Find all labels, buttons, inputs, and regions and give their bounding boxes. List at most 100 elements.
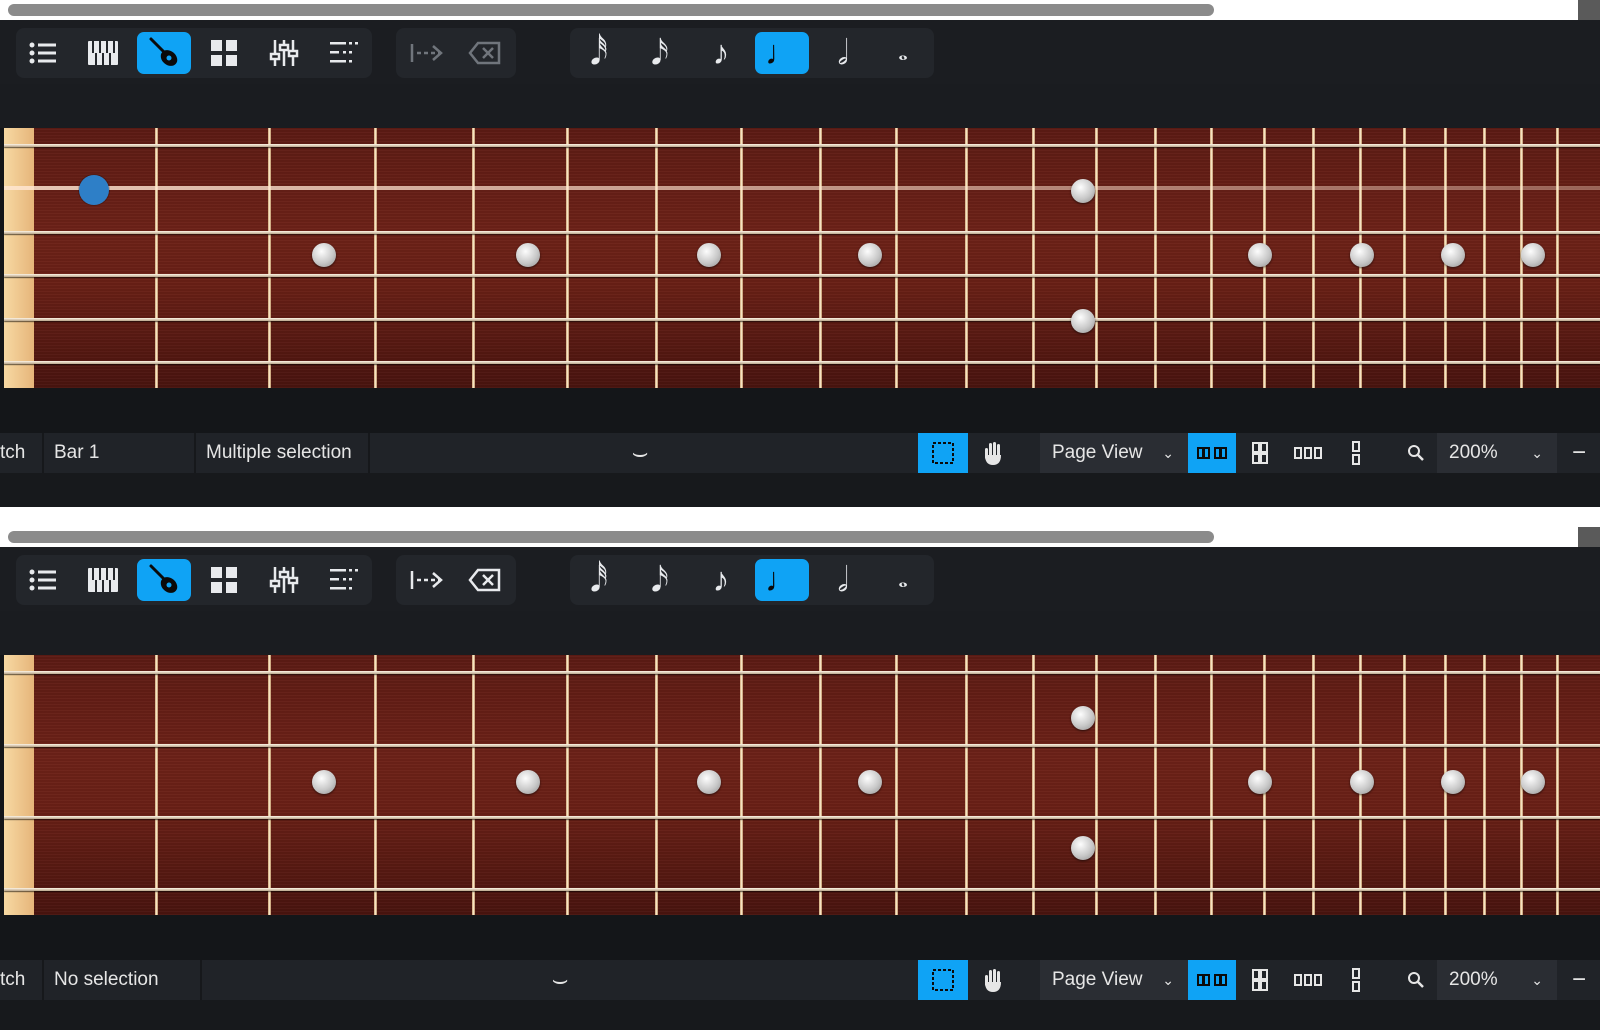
panel-footer xyxy=(0,473,1600,507)
fretboard[interactable] xyxy=(4,128,1600,388)
insert-arrow-icon[interactable] xyxy=(400,32,454,74)
delete-icon[interactable] xyxy=(458,32,512,74)
16th-note-icon[interactable]: 𝅘𝅥𝅯 xyxy=(633,559,687,601)
quarter-note-icon[interactable]: ♩ xyxy=(755,559,809,601)
fret xyxy=(155,655,158,915)
list-icon[interactable] xyxy=(16,32,70,74)
fret xyxy=(1095,128,1098,388)
fretboard-panel-bottom: 𝅘𝅥𝅰 𝅘𝅥𝅯 ♪ ♩ 𝅗𝅥 𝅝 tch No selection ⌣ Page… xyxy=(0,527,1600,1030)
fret-inlay xyxy=(1521,243,1545,267)
fret xyxy=(1483,655,1486,915)
guitar-string[interactable] xyxy=(4,361,1600,364)
grid-pages-icon[interactable] xyxy=(1236,433,1284,473)
view-mode-select[interactable]: Page View ⌄ xyxy=(1040,960,1188,1000)
marquee-select-icon[interactable] xyxy=(918,960,968,1000)
mixer-icon[interactable] xyxy=(257,559,311,601)
fret xyxy=(1556,655,1559,915)
fret xyxy=(819,128,822,388)
grid-icon[interactable] xyxy=(197,32,251,74)
fretboard-nut xyxy=(4,128,34,388)
chevron-down-icon: ⌄ xyxy=(1531,971,1543,988)
view-mode-value: Page View xyxy=(1052,969,1143,990)
horizontal-scrollbar[interactable] xyxy=(0,0,1600,20)
guitar-string[interactable] xyxy=(4,744,1600,747)
align-icon[interactable] xyxy=(317,559,371,601)
note-input-cursor[interactable] xyxy=(79,175,109,205)
collapse-zone-icon[interactable]: ⌣ xyxy=(520,960,600,1000)
fret xyxy=(1032,655,1035,915)
zoom-value: 200% xyxy=(1449,442,1498,463)
fret xyxy=(566,128,569,388)
guitar-string[interactable] xyxy=(4,144,1600,147)
fret xyxy=(268,655,271,915)
guitar-string[interactable] xyxy=(4,816,1600,819)
grid-icon[interactable] xyxy=(197,559,251,601)
whole-note-icon[interactable]: 𝅝 xyxy=(876,559,930,601)
guitar-icon[interactable] xyxy=(137,559,191,601)
half-note-icon[interactable]: 𝅗𝅥 xyxy=(816,32,870,74)
8th-note-icon[interactable]: ♪ xyxy=(694,559,748,601)
horizontal-pages-icon[interactable] xyxy=(1284,960,1332,1000)
fret xyxy=(1403,128,1406,388)
vertical-pages-icon[interactable] xyxy=(1332,433,1380,473)
insert-arrow-icon[interactable] xyxy=(400,559,454,601)
horizontal-scrollbar[interactable] xyxy=(0,527,1600,547)
hand-tool-icon[interactable] xyxy=(968,433,1018,473)
hand-tool-icon[interactable] xyxy=(968,960,1018,1000)
fretboard[interactable] xyxy=(4,655,1600,915)
piano-icon[interactable] xyxy=(76,32,130,74)
horizontal-pages-icon[interactable] xyxy=(1284,433,1332,473)
half-note-icon[interactable]: 𝅗𝅥 xyxy=(816,559,870,601)
zoom-select[interactable]: 200% ⌄ xyxy=(1437,433,1557,473)
guitar-string[interactable] xyxy=(4,671,1600,674)
mixer-icon[interactable] xyxy=(257,32,311,74)
fret xyxy=(1556,128,1559,388)
list-icon[interactable] xyxy=(16,559,70,601)
fret xyxy=(472,655,475,915)
fret xyxy=(1032,128,1035,388)
fret xyxy=(268,128,271,388)
quarter-note-icon[interactable]: ♩ xyxy=(755,32,809,74)
lower-zone-toolbar: 𝅘𝅥𝅰 𝅘𝅥𝅯 ♪ ♩ 𝅗𝅥 𝅝 xyxy=(0,547,1600,611)
scrollbar-thumb[interactable] xyxy=(8,531,1214,543)
align-icon[interactable] xyxy=(317,32,371,74)
guitar-string[interactable] xyxy=(4,274,1600,277)
guitar-string[interactable] xyxy=(4,231,1600,234)
view-mode-value: Page View xyxy=(1052,442,1143,463)
view-mode-select[interactable]: Page View ⌄ xyxy=(1040,433,1188,473)
fretboard-gap xyxy=(0,611,1600,655)
guitar-icon[interactable] xyxy=(137,32,191,74)
collapse-zone-icon[interactable]: ⌣ xyxy=(600,433,680,473)
guitar-string[interactable] xyxy=(4,318,1600,321)
selection-string-highlight xyxy=(4,186,1600,190)
zoom-out-icon[interactable]: − xyxy=(1560,433,1598,473)
32nd-note-icon[interactable]: 𝅘𝅥𝅰 xyxy=(572,32,626,74)
spreads-view-icon[interactable] xyxy=(1188,960,1236,1000)
guitar-string[interactable] xyxy=(4,888,1600,891)
piano-icon[interactable] xyxy=(76,559,130,601)
grid-pages-icon[interactable] xyxy=(1236,960,1284,1000)
note-durations-group: 𝅘𝅥𝅰 𝅘𝅥𝅯 ♪ ♩ 𝅗𝅥 𝅝 xyxy=(570,28,934,78)
8th-note-icon[interactable]: ♪ xyxy=(694,32,748,74)
panel-switcher-group xyxy=(16,28,372,78)
fret-inlay xyxy=(1441,770,1465,794)
whole-note-icon[interactable]: 𝅝 xyxy=(876,32,930,74)
fret xyxy=(1210,128,1213,388)
scrollbar-thumb[interactable] xyxy=(8,4,1214,16)
spreads-view-icon[interactable] xyxy=(1188,433,1236,473)
vertical-pages-icon[interactable] xyxy=(1332,960,1380,1000)
fret xyxy=(895,128,898,388)
marquee-select-icon[interactable] xyxy=(918,433,968,473)
16th-note-icon[interactable]: 𝅘𝅥𝅯 xyxy=(633,32,687,74)
fret xyxy=(1154,128,1157,388)
zoom-select[interactable]: 200% ⌄ xyxy=(1437,960,1557,1000)
note-durations-group: 𝅘𝅥𝅰 𝅘𝅥𝅯 ♪ ♩ 𝅗𝅥 𝅝 xyxy=(570,555,934,605)
zoom-icon[interactable] xyxy=(1397,960,1435,1000)
fretboard-gap xyxy=(0,84,1600,128)
fretboard-bottom-gap xyxy=(0,915,1600,960)
32nd-note-icon[interactable]: 𝅘𝅥𝅰 xyxy=(572,559,626,601)
delete-icon[interactable] xyxy=(458,559,512,601)
zoom-out-icon[interactable]: − xyxy=(1560,960,1598,1000)
zoom-icon[interactable] xyxy=(1397,433,1435,473)
status-selection: Multiple selection xyxy=(196,433,370,473)
